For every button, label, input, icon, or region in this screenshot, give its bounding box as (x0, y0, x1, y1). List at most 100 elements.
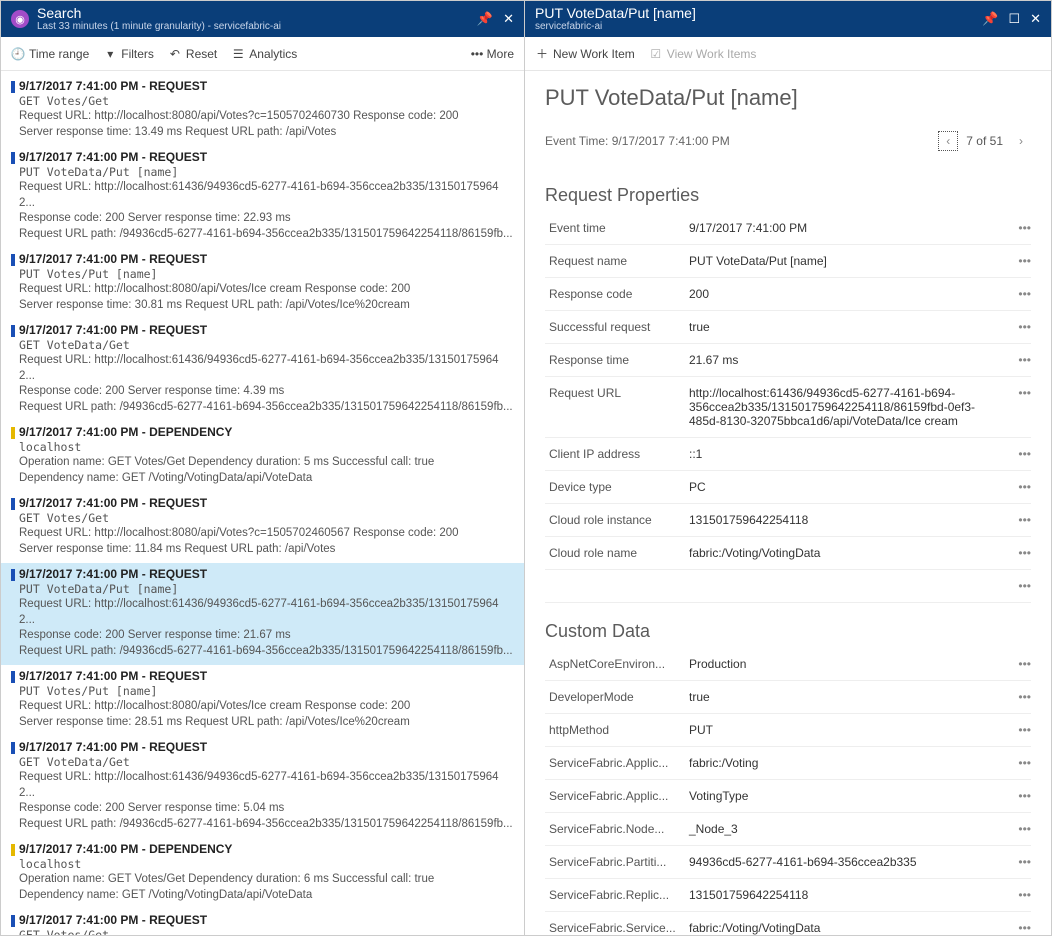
accent-bar (11, 325, 15, 337)
request-properties-table: Event time9/17/2017 7:41:00 PM•••Request… (545, 212, 1031, 570)
entry-meta: Request URL: http://localhost:61436/9493… (19, 770, 514, 801)
property-key: ServiceFabric.Applic... (545, 747, 685, 780)
search-subtitle: Last 33 minutes (1 minute granularity) -… (37, 21, 281, 33)
property-more-button[interactable]: ••• (1007, 537, 1031, 570)
property-value: Production (685, 648, 1007, 681)
entry-operation: GET VoteData/Get (19, 755, 514, 769)
plus-icon: ＋ (535, 47, 549, 61)
property-key: Request URL (545, 377, 685, 438)
entry-header: 9/17/2017 7:41:00 PM - REQUEST (19, 567, 514, 581)
property-value: PUT (685, 714, 1007, 747)
pager-next-button[interactable]: › (1011, 131, 1031, 151)
result-entry[interactable]: 9/17/2017 7:41:00 PM - REQUESTGET Votes/… (1, 909, 524, 935)
result-entry[interactable]: 9/17/2017 7:41:00 PM - REQUESTGET Votes/… (1, 75, 524, 146)
property-key: Device type (545, 471, 685, 504)
result-entry[interactable]: 9/17/2017 7:41:00 PM - DEPENDENCYlocalho… (1, 838, 524, 909)
result-entry[interactable]: 9/17/2017 7:41:00 PM - DEPENDENCYlocalho… (1, 421, 524, 492)
property-more-button[interactable]: ••• (1007, 714, 1031, 747)
property-key: DeveloperMode (545, 681, 685, 714)
property-key: Request name (545, 245, 685, 278)
entry-header: 9/17/2017 7:41:00 PM - DEPENDENCY (19, 842, 514, 856)
detail-heading: PUT VoteData/Put [name] (545, 71, 1031, 119)
property-more-button[interactable]: ••• (1007, 212, 1031, 245)
entry-meta: Request URL: http://localhost:8080/api/V… (19, 699, 514, 715)
entry-meta: Request URL: http://localhost:61436/9493… (19, 353, 514, 384)
filter-icon: ▾ (103, 47, 117, 61)
entry-header: 9/17/2017 7:41:00 PM - REQUEST (19, 79, 514, 93)
property-value: 9/17/2017 7:41:00 PM (685, 212, 1007, 245)
entry-operation: GET Votes/Get (19, 928, 514, 935)
detail-subtitle: servicefabric-ai (535, 21, 696, 33)
pager-prev-button[interactable]: ‹ (938, 131, 958, 151)
property-more-button[interactable]: ••• (1007, 504, 1031, 537)
view-work-items-button[interactable]: ☑View Work Items (649, 47, 757, 61)
entry-meta: Request URL: http://localhost:8080/api/V… (19, 282, 514, 298)
property-more-button[interactable]: ••• (1007, 912, 1031, 936)
entry-meta: Request URL path: /94936cd5-6277-4161-b6… (19, 400, 514, 416)
property-value: fabric:/Voting/VotingData (685, 537, 1007, 570)
property-row: ServiceFabric.Service...fabric:/Voting/V… (545, 912, 1031, 936)
entry-operation: localhost (19, 440, 514, 454)
property-key: httpMethod (545, 714, 685, 747)
property-key: Response time (545, 344, 685, 377)
entry-header: 9/17/2017 7:41:00 PM - REQUEST (19, 740, 514, 754)
reset-icon: ↶ (168, 47, 182, 61)
property-more-button[interactable]: ••• (1007, 648, 1031, 681)
property-row: httpMethodPUT••• (545, 714, 1031, 747)
maximize-icon[interactable]: ☐ (1008, 11, 1020, 27)
property-more-button[interactable]: ••• (1007, 813, 1031, 846)
result-entry[interactable]: 9/17/2017 7:41:00 PM - REQUESTGET VoteDa… (1, 319, 524, 421)
property-more-button[interactable]: ••• (1007, 344, 1031, 377)
result-entry[interactable]: 9/17/2017 7:41:00 PM - REQUESTGET VoteDa… (1, 736, 524, 838)
reset-button[interactable]: ↶Reset (168, 47, 217, 61)
property-more-button[interactable]: ••• (1007, 245, 1031, 278)
property-value: 94936cd5-6277-4161-b694-356ccea2b335 (685, 846, 1007, 879)
property-value: true (685, 311, 1007, 344)
accent-bar (11, 498, 15, 510)
section-request-properties: Request Properties (545, 185, 1031, 206)
property-row: Response code200••• (545, 278, 1031, 311)
entry-meta: Response code: 200 Server response time:… (19, 628, 514, 644)
entry-operation: PUT VoteData/Put [name] (19, 582, 514, 596)
entry-header: 9/17/2017 7:41:00 PM - DEPENDENCY (19, 425, 514, 439)
time-range-button[interactable]: 🕘Time range (11, 47, 89, 61)
analytics-button[interactable]: ☰Analytics (231, 47, 297, 61)
result-entry[interactable]: 9/17/2017 7:41:00 PM - REQUESTPUT VoteDa… (1, 563, 524, 665)
entry-header: 9/17/2017 7:41:00 PM - REQUEST (19, 150, 514, 164)
property-more-button[interactable]: ••• (1007, 311, 1031, 344)
property-more-button[interactable]: ••• (1007, 780, 1031, 813)
new-work-item-button[interactable]: ＋New Work Item (535, 47, 635, 61)
property-more-button[interactable]: ••• (1007, 438, 1031, 471)
accent-bar (11, 427, 15, 439)
property-more-button[interactable]: ••• (1007, 681, 1031, 714)
property-more-button[interactable]: ••• (1007, 747, 1031, 780)
property-more-button[interactable]: ••• (1007, 846, 1031, 879)
entry-meta: Request URL path: /94936cd5-6277-4161-b6… (19, 644, 514, 660)
section-custom-data: Custom Data (545, 621, 1031, 642)
pin-icon[interactable]: 📌 (982, 11, 998, 27)
result-entry[interactable]: 9/17/2017 7:41:00 PM - REQUESTPUT VoteDa… (1, 146, 524, 248)
pin-icon[interactable]: 📌 (477, 11, 493, 27)
property-more-button[interactable]: ••• (1007, 377, 1031, 438)
property-more-button[interactable]: ••• (1007, 471, 1031, 504)
more-properties-button[interactable]: ••• (1007, 570, 1031, 603)
result-entry[interactable]: 9/17/2017 7:41:00 PM - REQUESTGET Votes/… (1, 492, 524, 563)
entry-operation: GET Votes/Get (19, 94, 514, 108)
entry-operation: localhost (19, 857, 514, 871)
property-value: http://localhost:61436/94936cd5-6277-416… (685, 377, 1007, 438)
property-more-button[interactable]: ••• (1007, 879, 1031, 912)
close-icon[interactable]: ✕ (1030, 11, 1041, 27)
result-entry[interactable]: 9/17/2017 7:41:00 PM - REQUESTPUT Votes/… (1, 665, 524, 736)
filters-button[interactable]: ▾Filters (103, 47, 154, 61)
more-button[interactable]: ••• More (471, 47, 514, 61)
accent-bar (11, 915, 15, 927)
entry-meta: Dependency name: GET /Voting/VotingData/… (19, 888, 514, 904)
result-entry[interactable]: 9/17/2017 7:41:00 PM - REQUESTPUT Votes/… (1, 248, 524, 319)
property-more-button[interactable]: ••• (1007, 278, 1031, 311)
entry-header: 9/17/2017 7:41:00 PM - REQUEST (19, 496, 514, 510)
pager-position: 7 of 51 (966, 134, 1003, 148)
property-row: Successful requesttrue••• (545, 311, 1031, 344)
results-list[interactable]: 9/17/2017 7:41:00 PM - REQUESTGET Votes/… (1, 71, 524, 935)
close-icon[interactable]: ✕ (503, 11, 514, 27)
property-row: Request URLhttp://localhost:61436/94936c… (545, 377, 1031, 438)
